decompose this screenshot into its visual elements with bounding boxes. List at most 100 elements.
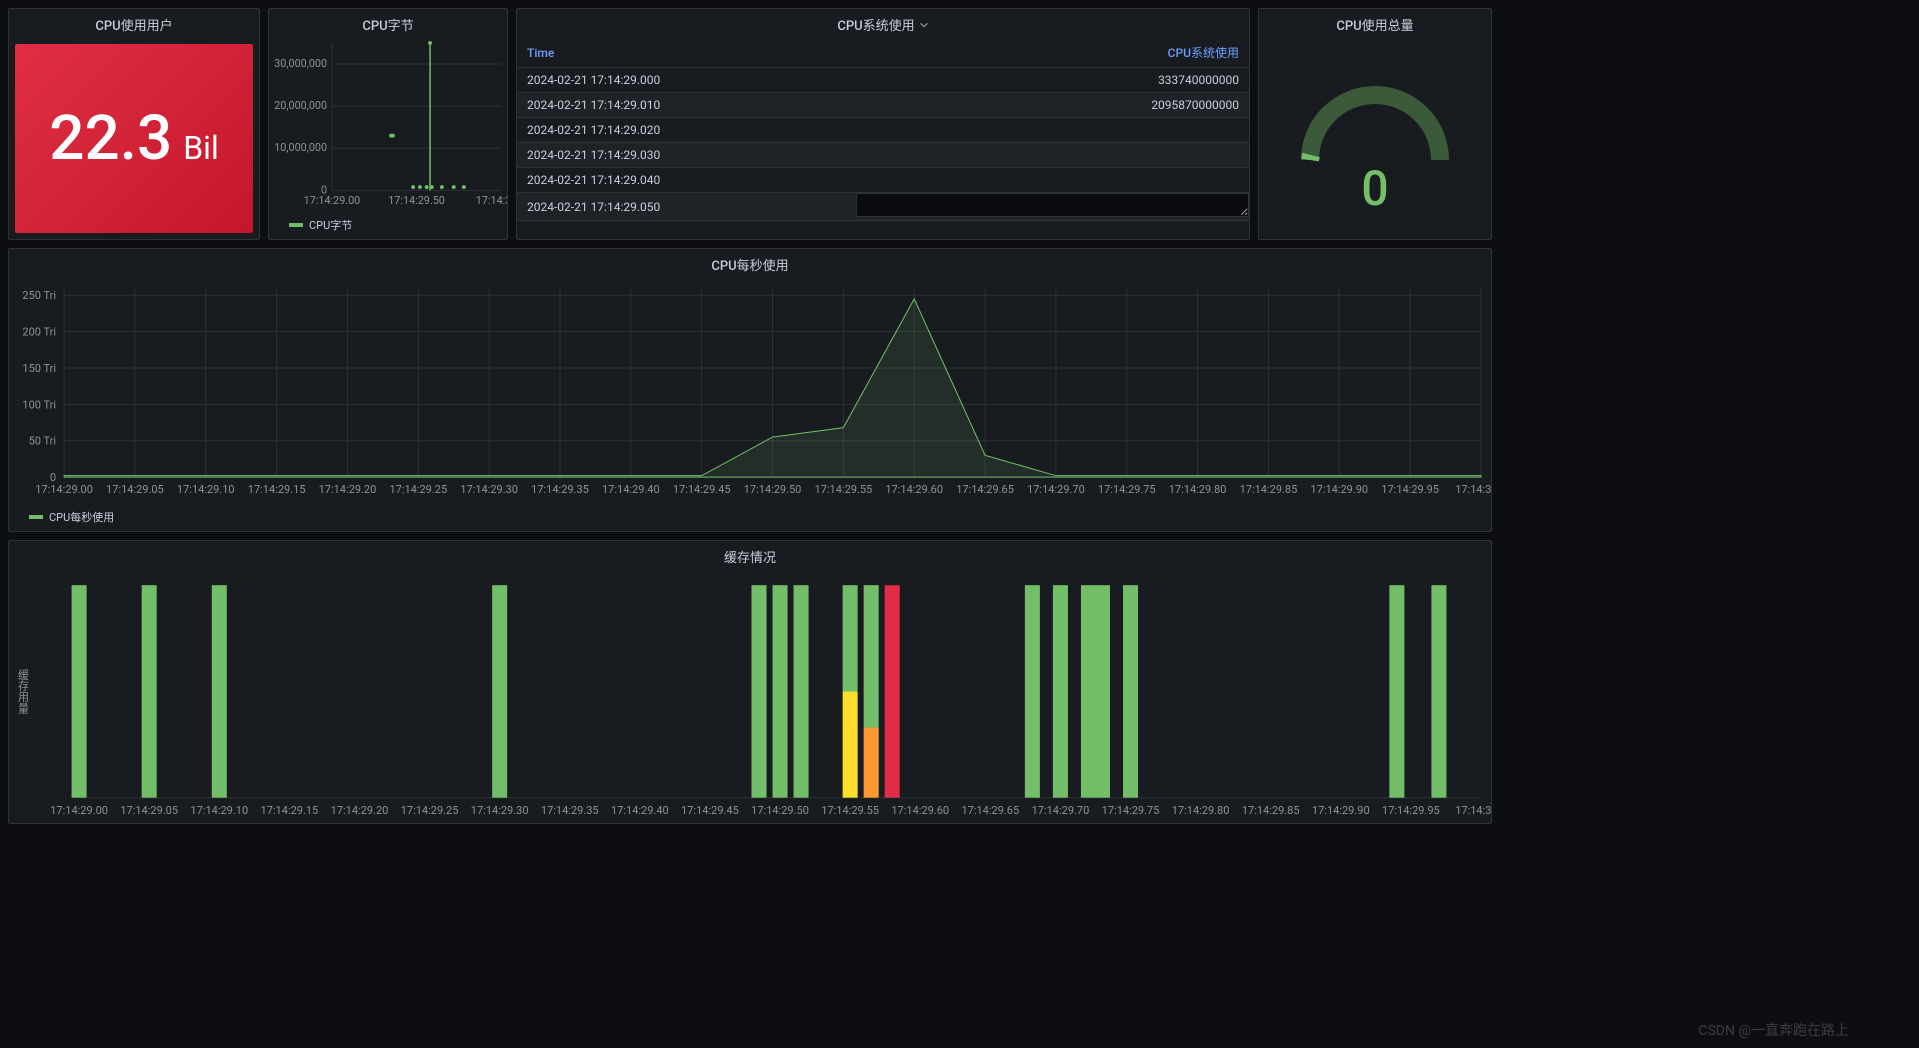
cell-time: 2024-02-21 17:14:29.000 [517, 68, 856, 93]
svg-text:17:14:29.90: 17:14:29.90 [1312, 804, 1370, 817]
svg-text:17:14:29.45: 17:14:29.45 [673, 483, 731, 496]
cell-time: 2024-02-21 17:14:29.050 [517, 193, 856, 221]
svg-text:17:14:29.10: 17:14:29.10 [177, 483, 235, 496]
panel-cpu-bytes[interactable]: CPU字节 010,000,00020,000,00030,000,00017:… [268, 8, 508, 240]
cell-value [856, 168, 1249, 193]
svg-text:17:14:29.45: 17:14:29.45 [681, 804, 739, 817]
cell-value: 2095870000000 [856, 93, 1249, 118]
svg-text:50 Tri: 50 Tri [29, 435, 56, 448]
watermark: CSDN @一直奔跑在路上 [1698, 1020, 1849, 1040]
panel-title-label: CPU系统使用 [837, 15, 914, 34]
table-row[interactable]: 2024-02-21 17:14:29.050 [517, 193, 1249, 221]
svg-text:17:14:29.20: 17:14:29.20 [319, 483, 377, 496]
svg-text:10,000,000: 10,000,000 [274, 141, 327, 154]
svg-text:150 Tri: 150 Tri [22, 362, 56, 375]
panel-cpu-system-table[interactable]: CPU系统使用 Time CPU系统使用 2024-02-21 17:14:29… [516, 8, 1250, 240]
panel-title: CPU每秒使用 [9, 249, 1491, 278]
svg-text:20,000,000: 20,000,000 [274, 99, 327, 112]
svg-text:17:14:29.70: 17:14:29.70 [1027, 483, 1085, 496]
panel-title: 缓存情况 [9, 541, 1491, 570]
svg-text:17:14:29.05: 17:14:29.05 [120, 804, 178, 817]
svg-text:缓存用量: 缓存用量 [17, 669, 30, 714]
data-table: Time CPU系统使用 2024-02-21 17:14:29.0003337… [517, 38, 1249, 221]
svg-text:17:14:29.15: 17:14:29.15 [261, 804, 319, 817]
svg-text:17:14:29.00: 17:14:29.00 [304, 194, 361, 207]
svg-text:17:14:29.20: 17:14:29.20 [331, 804, 389, 817]
col-header-time[interactable]: Time [517, 38, 856, 68]
col-header-value[interactable]: CPU系统使用 [856, 38, 1249, 68]
chart-body[interactable]: 050 Tri100 Tri150 Tri200 Tri250 Tri17:14… [9, 278, 1491, 507]
gauge-body: 0 [1259, 38, 1491, 239]
cell-time: 2024-02-21 17:14:29.020 [517, 118, 856, 143]
svg-text:17:14:29.70: 17:14:29.70 [1032, 804, 1090, 817]
svg-text:17:14:29.35: 17:14:29.35 [541, 804, 599, 817]
svg-text:17:14:29.30: 17:14:29.30 [471, 804, 529, 817]
panel-cpu-user-stat[interactable]: CPU使用用户 22.3 Bil [8, 8, 260, 240]
stat-value: 22.3 [49, 102, 172, 175]
gauge-value: 0 [1361, 165, 1388, 213]
cell-value [856, 143, 1249, 168]
svg-text:17:14:29.50: 17:14:29.50 [751, 804, 809, 817]
cell-time: 2024-02-21 17:14:29.040 [517, 168, 856, 193]
cell-value: 333740000000 [856, 68, 1249, 93]
svg-text:17:14:29.00: 17:14:29.00 [35, 483, 93, 496]
svg-text:17:14:29.60: 17:14:29.60 [891, 804, 949, 817]
stat-body: 22.3 Bil [15, 44, 253, 233]
cell-time: 2024-02-21 17:14:29.030 [517, 143, 856, 168]
chart-body[interactable]: 缓存用量 17:14:29.00 17:14:29.05 17:14:29.10 17:… [9, 570, 1491, 823]
legend-swatch-icon [29, 515, 43, 519]
svg-text:17:14:29.25: 17:14:29.25 [389, 483, 447, 496]
table-body: Time CPU系统使用 2024-02-21 17:14:29.0003337… [517, 38, 1249, 239]
legend-label: CPU字节 [309, 217, 352, 233]
svg-text:17:14:29.95: 17:14:29.95 [1382, 804, 1440, 817]
svg-text:17:14:30.0: 17:14:30.0 [476, 194, 507, 207]
svg-text:17:14:29.50: 17:14:29.50 [388, 194, 445, 207]
svg-text:17:14:29.60: 17:14:29.60 [885, 483, 943, 496]
svg-text:17:14:29.25: 17:14:29.25 [401, 804, 459, 817]
legend-swatch-icon [289, 223, 303, 227]
svg-text:17:14:29.75: 17:14:29.75 [1098, 483, 1156, 496]
panel-title: CPU使用总量 [1259, 9, 1491, 38]
svg-text:17:14:29.95: 17:14:29.95 [1381, 483, 1439, 496]
svg-text:17:14:29.55: 17:14:29.55 [821, 804, 879, 817]
table-row[interactable]: 2024-02-21 17:14:29.000333740000000 [517, 68, 1249, 93]
cell-value[interactable] [856, 193, 1249, 221]
svg-text:17:14:29.40: 17:14:29.40 [602, 483, 660, 496]
legend-label: CPU每秒使用 [49, 509, 114, 525]
svg-text:17:14:30.0: 17:14:30.0 [1455, 804, 1491, 817]
svg-text:17:14:29.50: 17:14:29.50 [744, 483, 802, 496]
cell-value [856, 118, 1249, 143]
table-row[interactable]: 2024-02-21 17:14:29.020 [517, 118, 1249, 143]
svg-text:17:14:29.15: 17:14:29.15 [248, 483, 306, 496]
svg-text:17:14:29.30: 17:14:29.30 [460, 483, 518, 496]
svg-text:17:14:29.65: 17:14:29.65 [961, 804, 1019, 817]
svg-text:250 Tri: 250 Tri [22, 289, 56, 302]
svg-text:100 Tri: 100 Tri [22, 398, 56, 411]
legend: CPU字节 [269, 215, 507, 239]
stat-unit: Bil [183, 129, 219, 167]
table-row[interactable]: 2024-02-21 17:14:29.030 [517, 143, 1249, 168]
chart-body[interactable]: 010,000,00020,000,00030,000,00017:14:29.… [269, 38, 507, 215]
table-row[interactable]: 2024-02-21 17:14:29.0102095870000000 [517, 93, 1249, 118]
panel-title: CPU字节 [269, 9, 507, 38]
cell-value-input[interactable] [856, 193, 1249, 217]
panel-title: CPU使用用户 [9, 9, 259, 38]
svg-text:17:14:29.05: 17:14:29.05 [106, 483, 164, 496]
svg-text:17:14:29.80: 17:14:29.80 [1172, 804, 1230, 817]
svg-text:17:14:29.55: 17:14:29.55 [815, 483, 873, 496]
panel-title[interactable]: CPU系统使用 [517, 9, 1249, 38]
panel-cache[interactable]: 缓存情况 缓存用量 17:14:29.00 17:14:29.05 17:14:29.… [8, 540, 1492, 824]
svg-text:17:14:29.40: 17:14:29.40 [611, 804, 669, 817]
svg-text:17:14:30.0: 17:14:30.0 [1455, 483, 1491, 496]
svg-text:17:14:29.10: 17:14:29.10 [190, 804, 248, 817]
cell-time: 2024-02-21 17:14:29.010 [517, 93, 856, 118]
svg-text:200 Tri: 200 Tri [22, 326, 56, 339]
panel-cpu-total-gauge[interactable]: CPU使用总量 0 [1258, 8, 1492, 240]
legend: CPU每秒使用 [9, 507, 1491, 531]
svg-text:17:14:29.90: 17:14:29.90 [1310, 483, 1368, 496]
table-row[interactable]: 2024-02-21 17:14:29.040 [517, 168, 1249, 193]
svg-text:30,000,000: 30,000,000 [274, 57, 327, 70]
svg-text:17:14:29.00: 17:14:29.00 [50, 804, 108, 817]
svg-text:17:14:29.35: 17:14:29.35 [531, 483, 589, 496]
panel-cpu-per-second[interactable]: CPU每秒使用 050 Tri100 Tri150 Tri200 Tri250 … [8, 248, 1492, 532]
